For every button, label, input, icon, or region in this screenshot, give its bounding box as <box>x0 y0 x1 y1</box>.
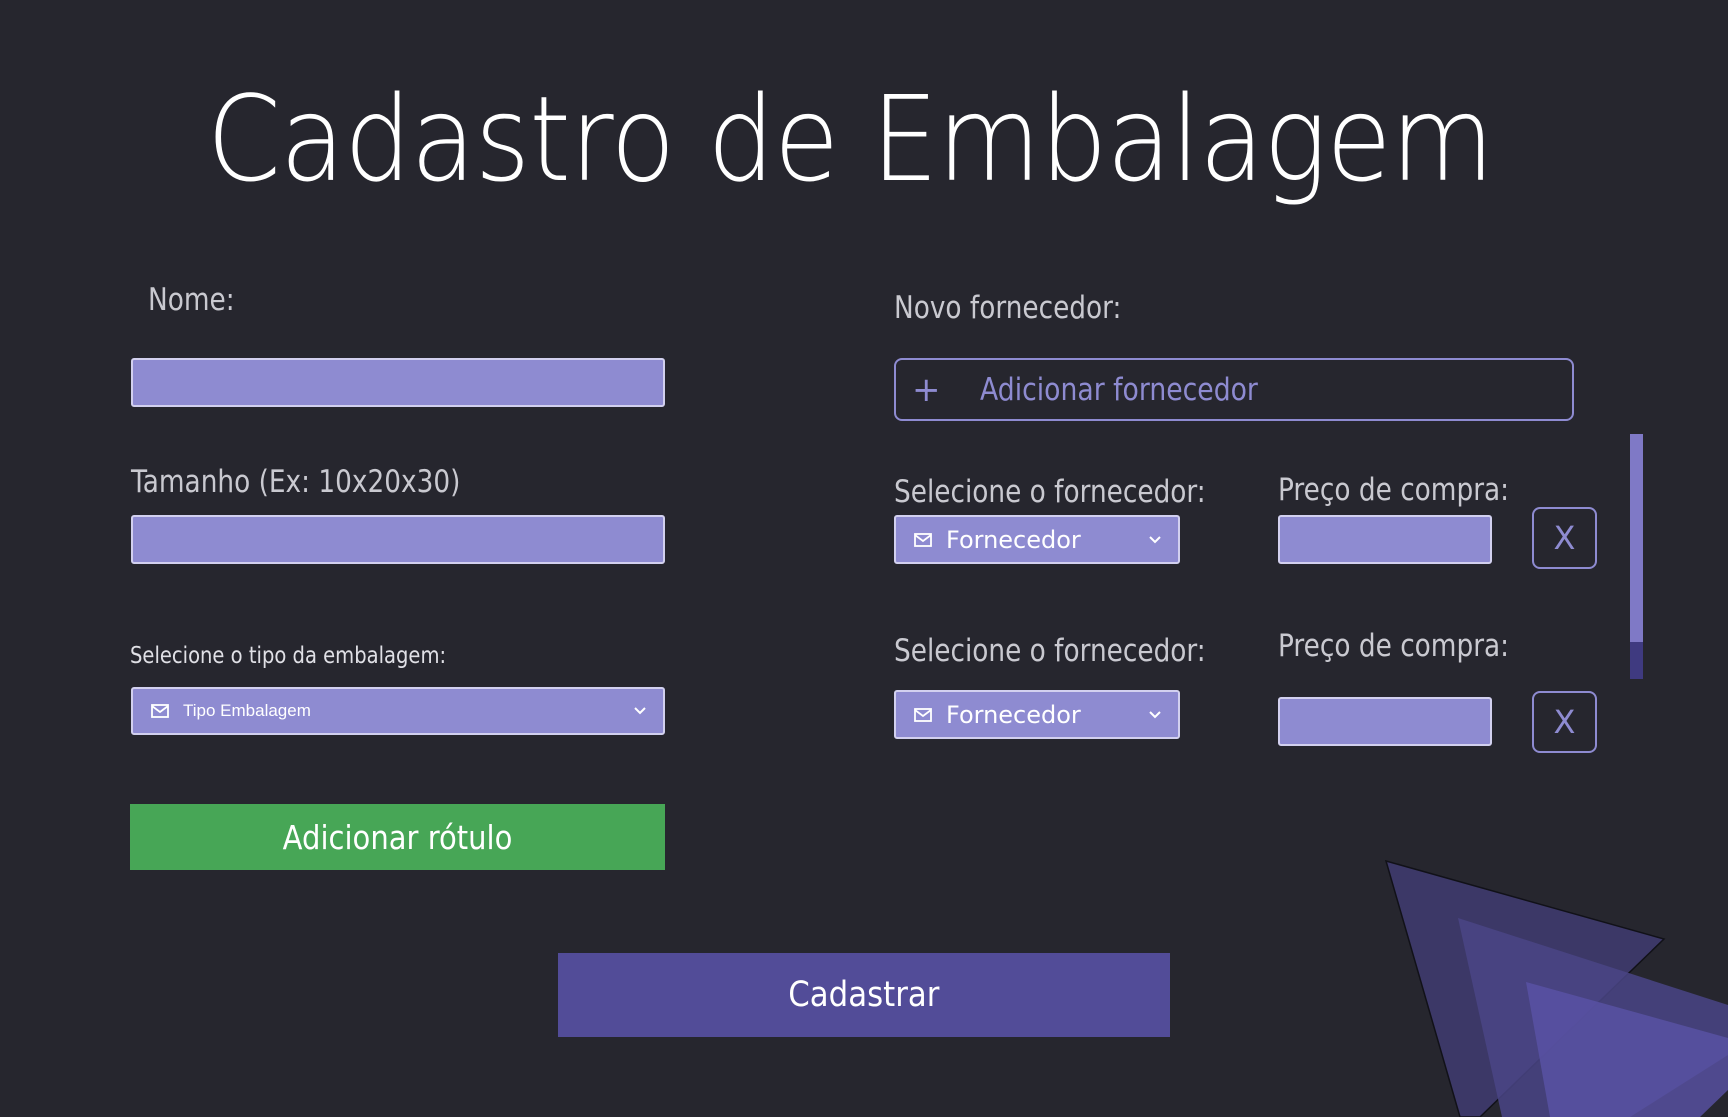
new-supplier-label: Novo fornecedor: <box>894 290 1122 326</box>
supplier-select[interactable]: Fornecedor <box>894 515 1180 564</box>
supplier-select[interactable]: Fornecedor <box>894 690 1180 739</box>
supplier-select-value: Fornecedor <box>946 525 1081 554</box>
add-supplier-label: Adicionar fornecedor <box>980 371 1258 408</box>
size-label: Tamanho (Ex: 10x20x30) <box>131 464 461 500</box>
chevron-down-icon <box>1149 710 1161 718</box>
price-label: Preço de compra: <box>1278 628 1510 664</box>
remove-supplier-button[interactable]: X <box>1532 507 1597 569</box>
add-supplier-button[interactable]: + Adicionar fornecedor <box>894 358 1574 421</box>
package-type-select[interactable]: Tipo Embalagem <box>131 687 665 735</box>
supplier-label: Selecione o fornecedor: <box>894 633 1206 669</box>
scrollbar-thumb[interactable] <box>1630 434 1643 642</box>
name-input[interactable] <box>131 358 665 407</box>
chevron-down-icon <box>634 707 646 715</box>
submit-button[interactable]: Cadastrar <box>558 953 1170 1037</box>
chevron-down-icon <box>1149 535 1161 543</box>
mail-icon <box>914 532 932 547</box>
decorative-triangles <box>1384 859 1728 1117</box>
package-type-value: Tipo Embalagem <box>183 701 311 720</box>
remove-supplier-button[interactable]: X <box>1532 691 1597 753</box>
size-input[interactable] <box>131 515 665 564</box>
mail-icon <box>151 704 169 718</box>
add-label-button[interactable]: Adicionar rótulo <box>130 804 665 870</box>
price-input[interactable] <box>1278 697 1492 746</box>
name-label: Nome: <box>148 282 235 318</box>
plus-icon: + <box>912 369 941 410</box>
price-label: Preço de compra: <box>1278 472 1510 508</box>
mail-icon <box>914 707 932 722</box>
supplier-label: Selecione o fornecedor: <box>894 474 1206 510</box>
supplier-select-value: Fornecedor <box>946 700 1081 729</box>
page-title: Cadastro de Embalagem <box>206 70 1494 208</box>
price-input[interactable] <box>1278 515 1492 564</box>
package-type-label: Selecione o tipo da embalagem: <box>130 643 447 669</box>
